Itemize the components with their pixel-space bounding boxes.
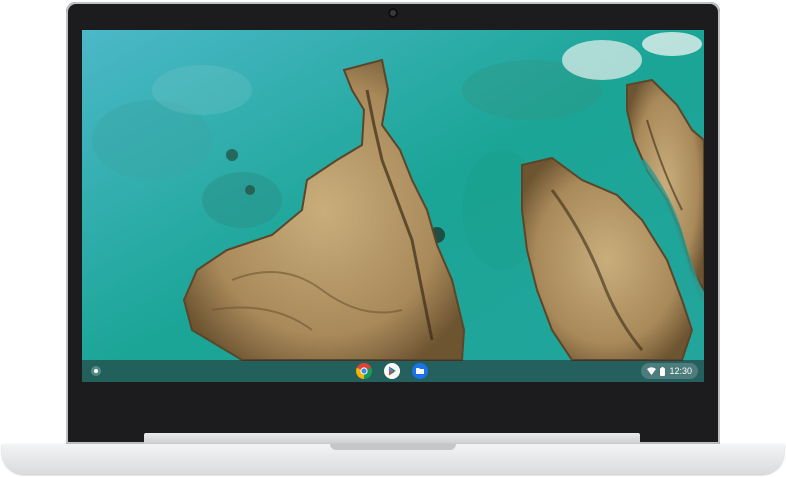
screen: 12:30 (82, 30, 704, 382)
clock-time: 12:30 (669, 366, 692, 376)
launcher-dot (94, 369, 98, 373)
chrome-icon[interactable] (354, 361, 374, 381)
webcam-icon (388, 8, 398, 18)
wallpaper (82, 30, 704, 382)
play-store-icon[interactable] (382, 361, 402, 381)
battery-icon (660, 366, 666, 376)
status-area[interactable]: 12:30 (641, 363, 698, 379)
files-icon[interactable] (410, 361, 430, 381)
lid-opening-notch (330, 444, 456, 450)
wifi-icon (647, 367, 657, 375)
bottom-bezel (82, 382, 704, 432)
launcher-icon[interactable] (91, 366, 101, 376)
